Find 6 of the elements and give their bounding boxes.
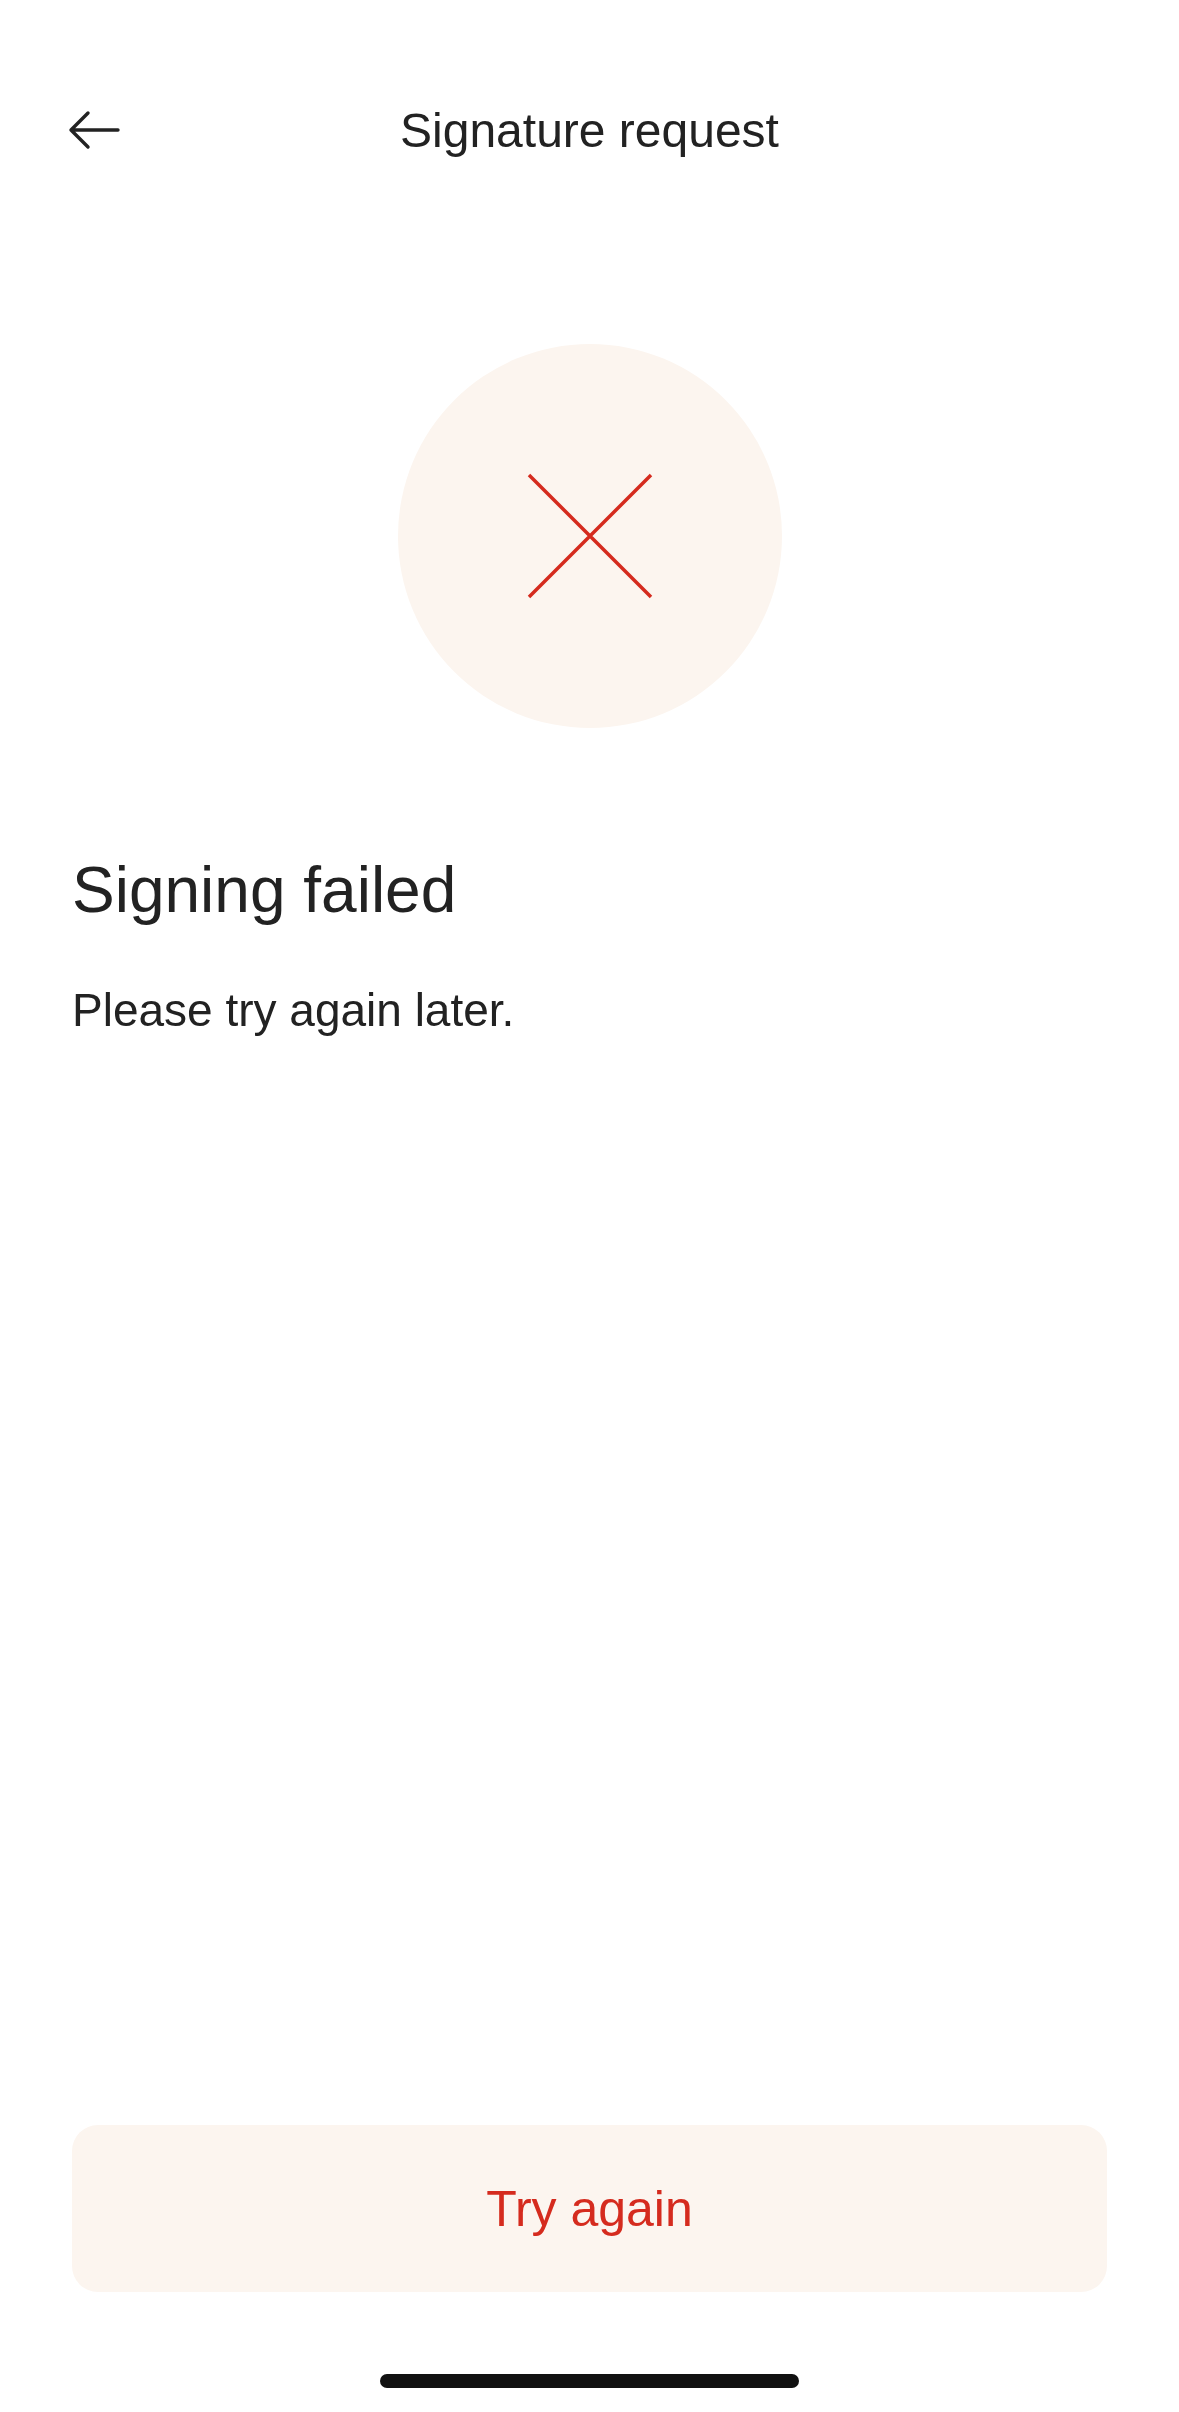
error-icon <box>397 344 782 728</box>
status-message: Please try again later. <box>72 983 515 1038</box>
back-button[interactable] <box>66 108 122 152</box>
try-again-button[interactable]: Try again <box>72 2125 1107 2292</box>
page-title: Signature request <box>400 102 779 158</box>
status-heading: Signing failed <box>72 853 457 928</box>
